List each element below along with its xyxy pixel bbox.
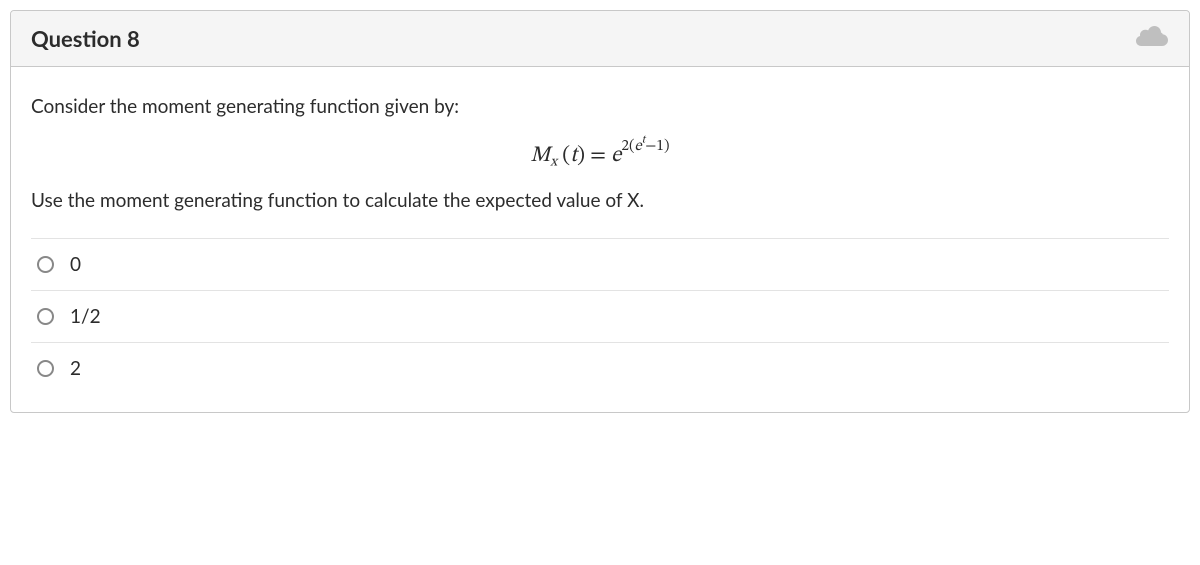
option-row[interactable]: 2 [31, 343, 1169, 394]
radio-icon [37, 256, 54, 273]
formula-exp-tail: −1) [645, 138, 669, 154]
formula-M: M [531, 145, 551, 167]
options-list: 0 1/2 2 [31, 238, 1169, 394]
question-card: Question 8 Consider the moment generatin… [10, 10, 1190, 413]
formula-e1: e [611, 145, 621, 167]
formula-e2: e [634, 138, 641, 154]
question-title: Question 8 [31, 25, 140, 52]
formula-exp-num: 2( [621, 138, 634, 154]
formula: Mx (t) = e2(et−1) [31, 132, 1169, 171]
question-header: Question 8 [11, 11, 1189, 67]
prompt-lead: Consider the moment generating function … [31, 95, 1169, 118]
option-label: 2 [70, 357, 81, 380]
radio-icon [37, 360, 54, 377]
option-row[interactable]: 1/2 [31, 291, 1169, 343]
option-label: 1/2 [70, 305, 101, 328]
radio-icon [37, 308, 54, 325]
question-body: Consider the moment generating function … [11, 67, 1189, 412]
prompt-follow: Use the moment generating function to ca… [31, 189, 1169, 212]
formula-t-close: ) = [577, 145, 611, 167]
option-row[interactable]: 0 [31, 239, 1169, 291]
formula-t-open: ( [557, 145, 570, 167]
formula-exponent: 2(et−1) [621, 138, 669, 154]
option-label: 0 [70, 253, 81, 276]
cloud-icon [1135, 25, 1169, 52]
